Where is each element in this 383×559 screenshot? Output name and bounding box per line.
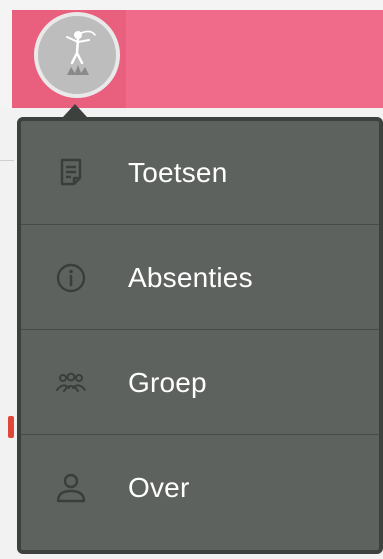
menu-item-label: Over (128, 472, 190, 503)
menu-item-over[interactable]: Over (21, 436, 379, 540)
menu-item-absenties[interactable]: Absenties (21, 226, 379, 330)
avatar-button[interactable] (34, 12, 120, 98)
background-accent (8, 416, 14, 438)
menu-item-groep[interactable]: Groep (21, 331, 379, 435)
menu-pointer (63, 104, 87, 117)
background-divider (0, 160, 14, 161)
person-icon (53, 470, 89, 506)
menu-item-label: Absenties (128, 261, 253, 293)
popup-menu: Toetsen Absenties Groep Over (17, 117, 383, 554)
menu-item-label: Toetsen (128, 156, 228, 188)
dancer-figure-icon (66, 30, 96, 75)
menu-item-toetsen[interactable]: Toetsen (21, 121, 379, 225)
app-screen: Toetsen Absenties Groep Over (0, 0, 383, 559)
group-icon (53, 365, 89, 401)
menu-item-label: Groep (128, 366, 207, 398)
document-icon (53, 155, 89, 191)
info-icon (53, 260, 89, 296)
